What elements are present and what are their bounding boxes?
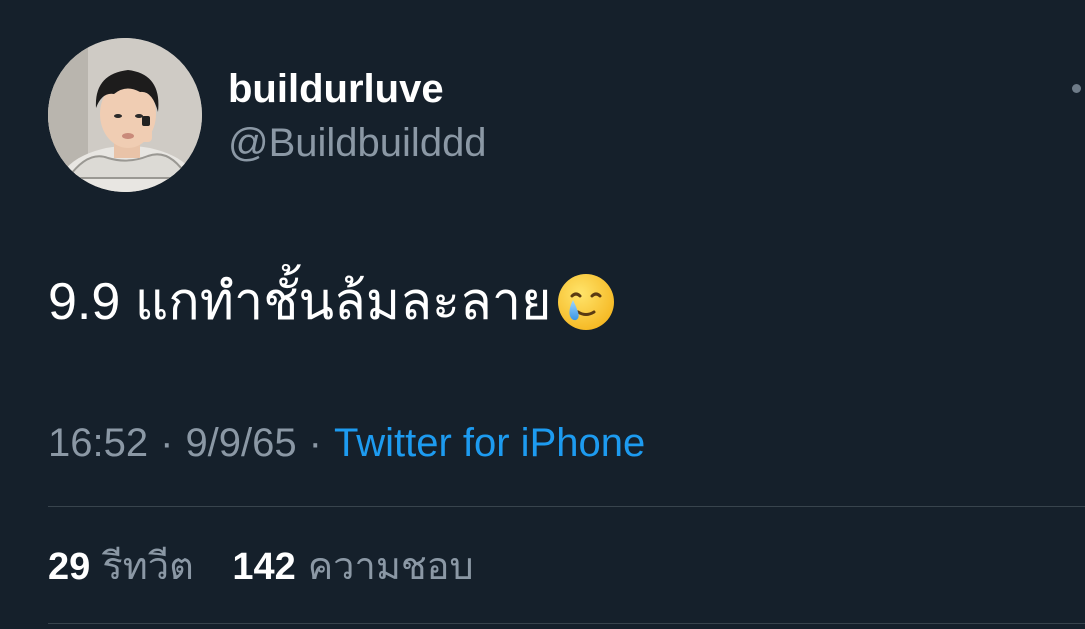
tweet-meta: 16:52 · 9/9/65 · Twitter for iPhone: [48, 418, 645, 468]
author-display-name[interactable]: buildurluve: [228, 64, 444, 114]
tweet-source-link[interactable]: Twitter for iPhone: [334, 421, 645, 465]
meta-separator: ·: [308, 421, 322, 465]
more-options-icon[interactable]: [1072, 82, 1085, 95]
tweet-date[interactable]: 9/9/65: [185, 421, 296, 465]
likes-label: ความชอบ: [307, 546, 474, 588]
divider: [48, 506, 1085, 507]
likes-stat[interactable]: 142 ความชอบ: [232, 546, 473, 588]
smiling-face-with-tear-icon: [556, 272, 616, 332]
tweet-text: 9.9 แกทำชั้นล้มละลาย: [48, 273, 552, 331]
avatar[interactable]: [48, 38, 202, 192]
retweets-label: รีทวีต: [102, 546, 194, 588]
author-handle[interactable]: @Buildbuilddd: [228, 118, 487, 168]
tweet-stats: 29 รีทวีต 142 ความชอบ: [48, 542, 474, 592]
meta-separator: ·: [160, 421, 174, 465]
divider: [48, 623, 1085, 624]
retweets-count: 29: [48, 546, 91, 588]
tweet-time[interactable]: 16:52: [48, 421, 148, 465]
retweets-stat[interactable]: 29 รีทวีต: [48, 546, 204, 588]
tweet-body: 9.9 แกทำชั้นล้มละลาย: [48, 270, 616, 334]
likes-count: 142: [232, 546, 296, 588]
